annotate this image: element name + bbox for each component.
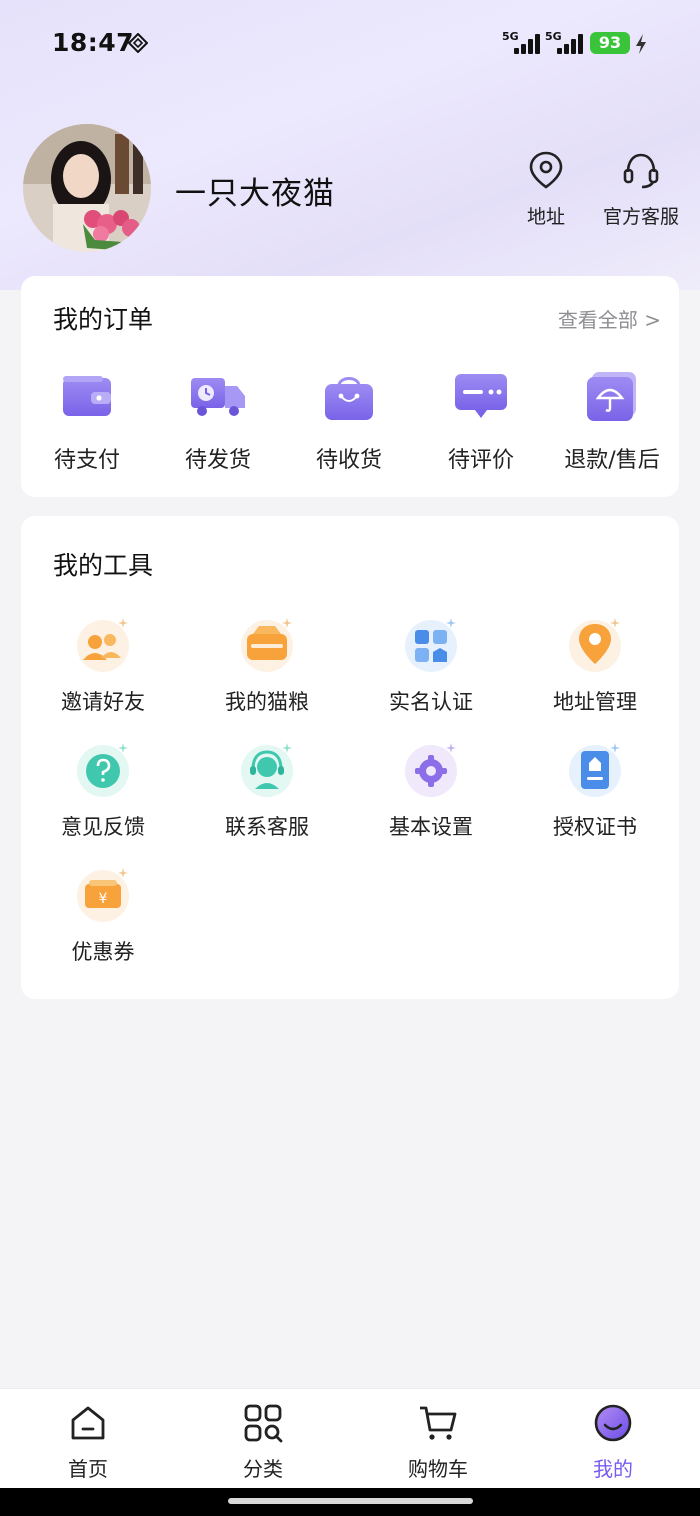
status-bar: 18:47 5G 5G 93 [0,0,700,90]
order-pending-receipt[interactable]: 待收货 [284,368,414,474]
settings-gear-icon [405,743,457,797]
tool-basic-settings[interactable]: 基本设置 [349,737,513,841]
tool-coupon[interactable]: ¥ 优惠券 [21,862,185,966]
coupon-icon: ¥ [77,868,129,922]
status-time: 18:47 [52,28,135,57]
address-management-icon [569,618,621,672]
signal-strength-2: 5G [545,30,585,56]
username: 一只大夜猫 [175,176,335,212]
system-navigation-bar [0,1488,700,1516]
headset-icon [623,153,659,189]
order-pending-review[interactable]: 待评价 [416,368,546,474]
tool-invite-friends[interactable]: 邀请好友 [21,612,185,716]
delivery-truck-icon [191,378,245,416]
tool-my-cat-food[interactable]: 我的猫粮 [185,612,349,716]
avatar[interactable] [23,124,151,252]
customer-service-icon [241,743,293,797]
avatar-photo [23,124,151,252]
order-pending-shipment[interactable]: 待发货 [153,368,283,474]
tool-real-name-verification[interactable]: 实名认证 [349,612,513,716]
my-tools-title: 我的工具 [53,551,154,580]
tab-category[interactable]: 分类 [203,1403,323,1482]
cart-icon [420,1406,457,1440]
nfc-icon [128,33,148,53]
umbrella-box-icon [587,372,636,421]
order-refund-after-sales[interactable]: 退款/售后 [547,368,677,474]
order-pending-payment[interactable]: 待支付 [22,368,152,474]
my-orders-card: 我的订单 查看全部 > 待支付 待发货 待收货 待评价 退款/售后 [21,276,679,497]
tab-home[interactable]: 首页 [28,1403,148,1482]
battery-indicator: 93 [590,32,630,54]
signal-strength-1: 5G [502,30,542,56]
my-tools-card: 我的工具 邀请好友 我的猫粮 实名认证 地址管理 意见反馈 联系客服 基本设置 … [21,516,679,999]
comment-icon [455,374,507,418]
tool-authorization-certificate[interactable]: 授权证书 [513,737,677,841]
home-icon [71,1406,105,1440]
official-customer-service-button[interactable]: 官方客服 [600,150,682,229]
my-orders-title: 我的订单 [53,305,154,334]
tab-profile[interactable]: 我的 [553,1403,673,1482]
verification-icon [405,618,457,672]
invite-friends-icon [77,618,129,672]
category-icon [244,1404,283,1443]
home-indicator[interactable] [228,1498,473,1504]
profile-icon [594,1404,632,1442]
tool-contact-customer-service[interactable]: 联系客服 [185,737,349,841]
bottom-tab-bar: 首页 分类 购物车 我的 [0,1388,700,1488]
svg-text:¥: ¥ [99,891,108,907]
location-pin-icon [529,151,563,189]
feedback-icon [77,743,129,797]
tool-address-management[interactable]: 地址管理 [513,612,677,716]
address-button[interactable]: 地址 [516,150,576,229]
wallet-icon [63,376,111,416]
tool-feedback[interactable]: 意见反馈 [21,737,185,841]
charging-icon [636,34,646,54]
certificate-icon [569,743,621,797]
view-all-orders-link[interactable]: 查看全部 > [558,304,661,333]
cat-food-icon [241,618,293,672]
tab-cart[interactable]: 购物车 [378,1403,498,1482]
shopping-bag-icon [325,377,373,420]
